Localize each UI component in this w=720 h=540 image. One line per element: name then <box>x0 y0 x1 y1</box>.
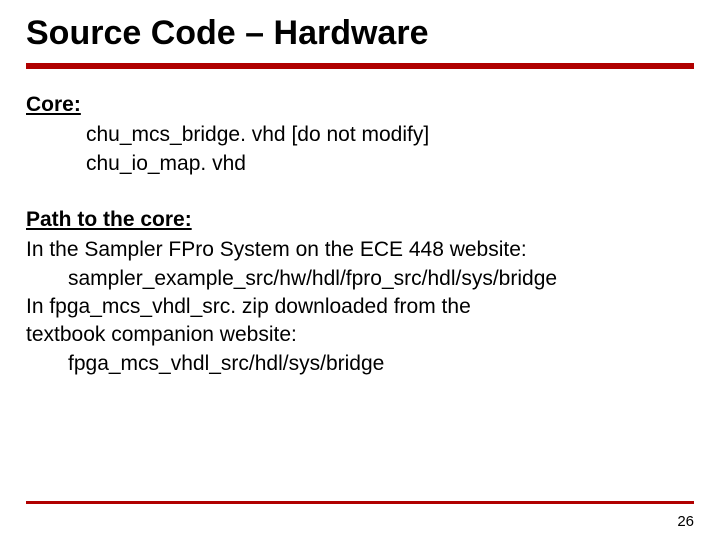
slide-title: Source Code – Hardware <box>0 0 720 63</box>
slide-content: Core: chu_mcs_bridge. vhd [do not modify… <box>0 69 720 378</box>
slide: Source Code – Hardware Core: chu_mcs_bri… <box>0 0 720 540</box>
path-heading: Path to the core: <box>26 206 694 234</box>
path-line-5: fpga_mcs_vhdl_src/hdl/sys/bridge <box>26 350 694 378</box>
page-number: 26 <box>677 513 694 530</box>
path-line-3: In fpga_mcs_vhdl_src. zip downloaded fro… <box>26 293 694 321</box>
path-line-2: sampler_example_src/hw/hdl/fpro_src/hdl/… <box>26 265 694 293</box>
path-line-1: In the Sampler FPro System on the ECE 44… <box>26 236 694 264</box>
spacer <box>26 178 694 206</box>
core-heading: Core: <box>26 91 694 119</box>
core-file-1: chu_mcs_bridge. vhd [do not modify] <box>26 121 694 149</box>
footer-divider <box>26 501 694 504</box>
core-file-2: chu_io_map. vhd <box>26 150 694 178</box>
path-line-4: textbook companion website: <box>26 321 694 349</box>
